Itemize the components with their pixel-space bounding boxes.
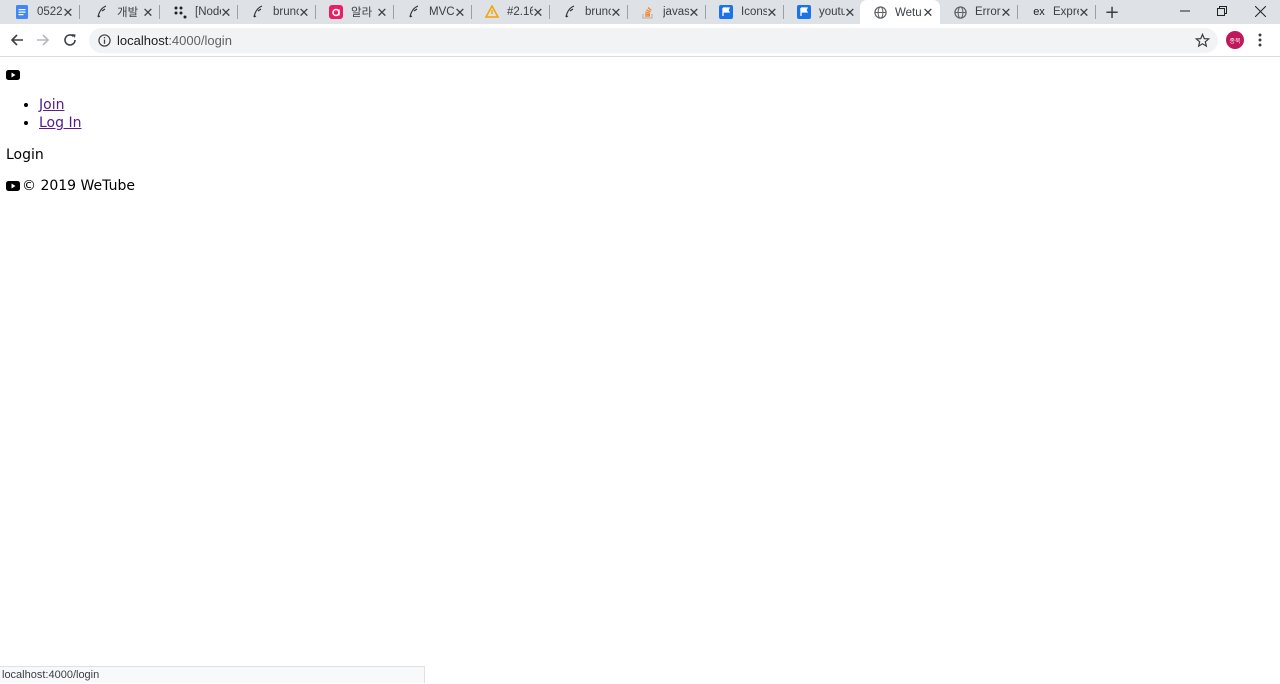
minimize-icon	[1180, 10, 1190, 12]
globe-icon	[953, 5, 967, 19]
footer: © 2019 WeTube	[6, 177, 135, 195]
tab-title: [Node	[195, 6, 221, 18]
tab-title: #2.16	[507, 6, 533, 18]
back-arrow-icon	[10, 34, 23, 46]
close-icon[interactable]: ✕	[922, 6, 934, 19]
footer-copyright: © 2019 WeTube	[22, 178, 135, 194]
nav-item-join: Join	[39, 96, 81, 114]
tab-title: youtu	[819, 6, 845, 18]
quill-icon	[251, 5, 265, 19]
tab-title: Wetu	[895, 6, 921, 19]
back-button[interactable]	[5, 28, 29, 52]
header-logo[interactable]	[6, 67, 20, 83]
close-icon[interactable]: ✕	[688, 6, 700, 19]
close-icon[interactable]: ✕	[376, 6, 388, 19]
close-icon[interactable]: ✕	[142, 6, 154, 19]
close-icon[interactable]: ✕	[610, 6, 622, 19]
ex-icon: ex	[1033, 6, 1045, 18]
tab-title: 개발	[117, 7, 139, 19]
tab-title: Expre	[1053, 6, 1079, 18]
restore-button[interactable]	[1202, 0, 1242, 22]
info-icon	[98, 34, 111, 47]
close-icon[interactable]: ✕	[532, 6, 544, 19]
tab-error[interactable]: Error ✕	[940, 0, 1018, 24]
nav-item-login: Log In	[39, 114, 81, 132]
tab-title: MVC	[429, 6, 455, 18]
tab-node[interactable]: [Node ✕	[160, 0, 238, 24]
tab-separator	[79, 5, 80, 19]
close-icon[interactable]: ✕	[298, 6, 310, 19]
tab-brunch-1[interactable]: brunc ✕	[238, 0, 316, 24]
login-link[interactable]: Log In	[39, 115, 81, 131]
quill-icon	[95, 5, 109, 19]
address-bar[interactable]: localhost:4000/login	[89, 28, 1218, 53]
tab-title: brunc	[585, 6, 611, 18]
new-tab-button[interactable]: +	[1102, 2, 1122, 23]
page-title: Login	[6, 147, 44, 163]
tab-express[interactable]: ex Expre ✕	[1018, 0, 1096, 24]
close-icon[interactable]: ✕	[62, 6, 74, 19]
tab-wetube-active[interactable]: Wetu ✕	[860, 0, 940, 25]
forward-arrow-icon	[37, 34, 50, 46]
join-link[interactable]: Join	[39, 97, 64, 113]
close-icon[interactable]: ✕	[220, 6, 232, 19]
tab-title: brunc	[273, 6, 299, 18]
close-icon[interactable]: ✕	[454, 6, 466, 19]
more-menu-icon[interactable]	[1252, 32, 1268, 48]
tab-brunch-2[interactable]: brunc ✕	[550, 0, 628, 24]
restore-icon	[1217, 6, 1227, 16]
tab-title: Icons	[741, 6, 767, 18]
flag-icon	[719, 5, 733, 19]
flag-icon	[797, 5, 811, 19]
window-close-button[interactable]	[1240, 0, 1280, 22]
youtube-icon	[6, 70, 20, 80]
reload-icon	[64, 34, 76, 46]
page-content: Join Log In Login © 2019 WeTube	[0, 58, 1280, 666]
tab-icons[interactable]: Icons ✕	[706, 0, 784, 24]
url-path: :4000/login	[168, 33, 232, 48]
stackoverflow-icon	[641, 5, 655, 19]
bookmark-star-icon[interactable]	[1195, 33, 1210, 48]
tab-title: 0522	[37, 6, 63, 18]
docs-icon	[15, 5, 29, 19]
tab-aladin[interactable]: 알라 ✕	[316, 0, 394, 24]
tab-separator	[1095, 5, 1096, 19]
warning-icon	[485, 5, 499, 19]
quill-icon	[407, 5, 421, 19]
tab-title: Error	[975, 6, 1001, 18]
tab-dev[interactable]: 개발 ✕	[82, 0, 160, 24]
profile-avatar[interactable]: 종북	[1226, 31, 1244, 49]
tab-title: 알라	[351, 7, 373, 19]
close-icon	[1254, 5, 1266, 17]
url-host: localhost	[117, 33, 169, 48]
close-icon[interactable]: ✕	[766, 6, 778, 19]
tab-2-16[interactable]: #2.16 ✕	[472, 0, 550, 24]
quill-icon	[563, 5, 577, 19]
reload-button[interactable]	[58, 28, 82, 52]
youtube-icon	[6, 181, 20, 191]
close-icon[interactable]: ✕	[1078, 6, 1090, 19]
tab-youtube[interactable]: youtu ✕	[784, 0, 862, 24]
tab-mvc[interactable]: MVC ✕	[394, 0, 472, 24]
tab-title: javas	[663, 6, 689, 18]
tab-javascript[interactable]: javas ✕	[628, 0, 706, 24]
tab-strip: 0522 ✕ 개발 ✕ [Node ✕ brunc ✕ 알라 ✕	[0, 0, 1280, 25]
globe-icon	[873, 6, 887, 20]
minimize-button[interactable]	[1165, 0, 1205, 22]
url-text: localhost:4000/login	[117, 28, 232, 53]
header-nav: Join Log In	[23, 96, 81, 132]
app-a-icon	[329, 5, 343, 19]
forward-button[interactable]	[31, 28, 55, 52]
dots-icon	[173, 5, 187, 19]
close-icon[interactable]: ✕	[1000, 6, 1012, 19]
browser-toolbar: localhost:4000/login 종북	[0, 24, 1280, 57]
close-icon[interactable]: ✕	[844, 6, 856, 19]
tab-0522[interactable]: 0522 ✕	[2, 0, 80, 24]
status-bar: localhost:4000/login	[0, 666, 425, 683]
